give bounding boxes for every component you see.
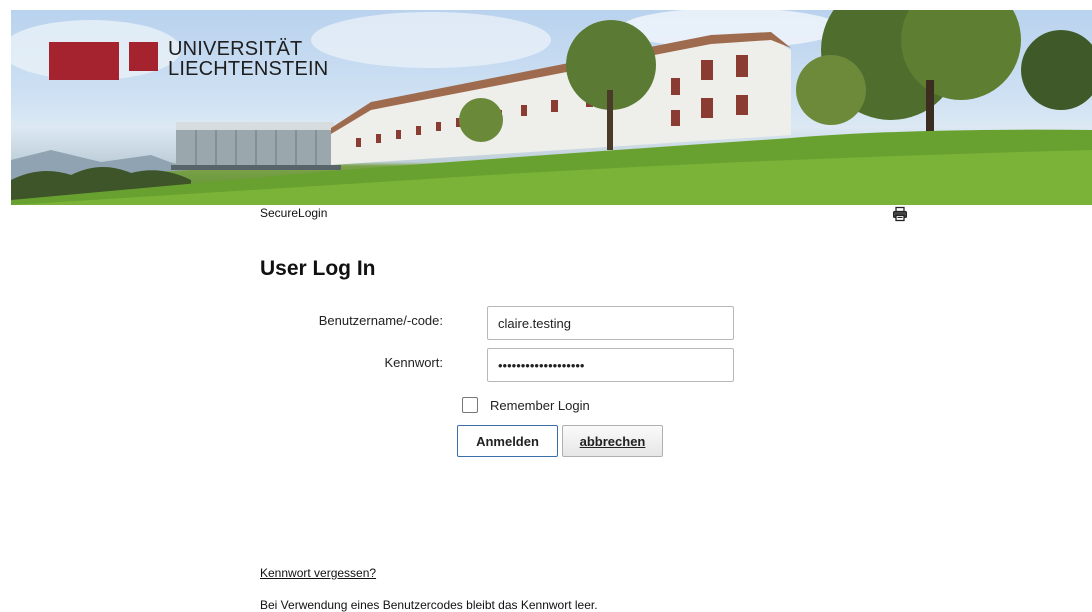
logo-text: UNIVERSITÄT LIECHTENSTEIN [168,39,328,79]
password-input[interactable] [487,348,734,382]
logo-line-2: LIECHTENSTEIN [168,58,329,80]
logo-square-small [129,42,158,71]
username-code-note: Bei Verwendung eines Benutzercodes bleib… [260,598,598,612]
logo-line-1: UNIVERSITÄT [168,38,303,60]
password-label: Kennwort: [384,355,443,370]
breadcrumb: SecureLogin [260,206,328,220]
university-logo[interactable]: UNIVERSITÄT LIECHTENSTEIN [49,39,328,80]
header-banner: UNIVERSITÄT LIECHTENSTEIN [11,10,1092,205]
printer-icon[interactable] [892,206,908,222]
login-button[interactable]: Anmelden [457,425,558,457]
username-label: Benutzername/-code: [318,313,443,328]
forgot-password-link[interactable]: Kennwort vergessen? [260,566,376,580]
remember-login-label[interactable]: Remember Login [490,398,590,413]
username-input[interactable] [487,306,734,340]
cancel-button[interactable]: abbrechen [562,425,663,457]
logo-square-large [49,42,119,80]
remember-login-checkbox[interactable] [462,397,478,413]
page-title: User Log In [260,257,376,280]
